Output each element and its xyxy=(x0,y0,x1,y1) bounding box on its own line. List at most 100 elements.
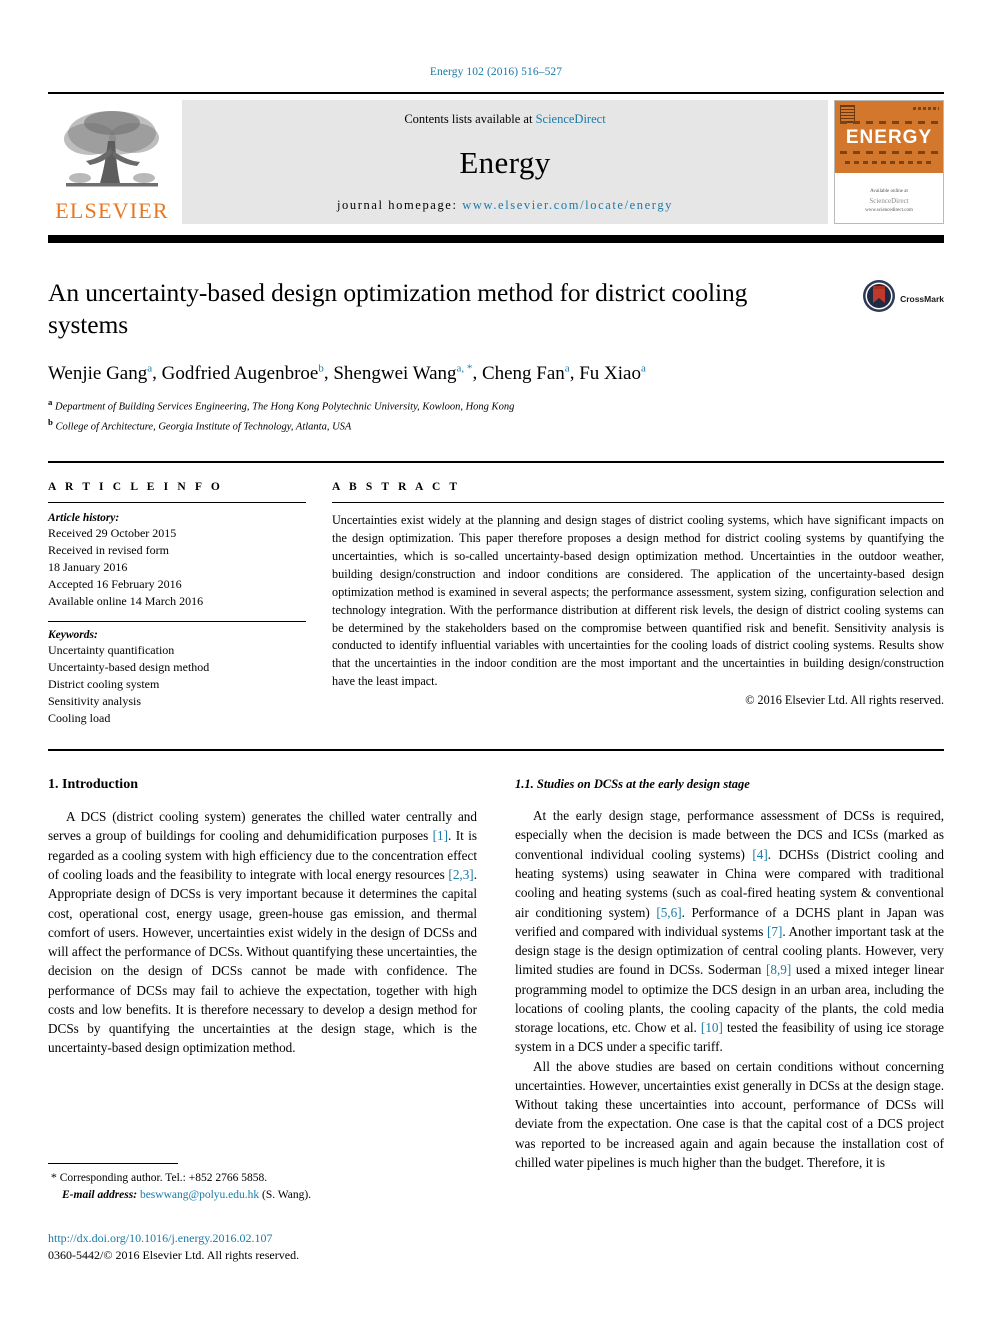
abstract-copyright: © 2016 Elsevier Ltd. All rights reserved… xyxy=(745,693,944,708)
journal-homepage-line: journal homepage: www.elsevier.com/locat… xyxy=(337,198,673,213)
affiliation-a: a Department of Building Services Engine… xyxy=(48,396,944,415)
author-3: Cheng Fana xyxy=(481,362,570,384)
cover-header-band: ENERGY xyxy=(835,101,943,173)
email-address-label: E-mail address: xyxy=(62,1188,138,1201)
crossmark-icon xyxy=(862,279,896,318)
body-right-column: 1.1. Studies on DCSs at the early design… xyxy=(515,777,944,1172)
corresponding-author-footnote: * Corresponding author. Tel.: +852 2766 … xyxy=(48,1163,478,1203)
footnote-rule xyxy=(48,1163,178,1164)
journal-cover-thumbnail: ENERGY Available online at ScienceDirect… xyxy=(834,100,944,224)
footnote-corresponding-text: Corresponding author. Tel.: +852 2766 58… xyxy=(59,1172,268,1184)
history-line-0: Received 29 October 2015 xyxy=(48,525,177,540)
homepage-prefix: journal homepage: xyxy=(336,198,463,212)
abstract-heading: A B S T R A C T xyxy=(332,480,461,493)
journal-band: Contents lists available at ScienceDirec… xyxy=(182,100,828,224)
citation-7[interactable]: [7] xyxy=(767,924,782,939)
keyword-3: Sensitivity analysis xyxy=(48,694,141,709)
journal-masthead: ELSEVIER Contents lists available at Sci… xyxy=(48,92,944,228)
author-marks: a xyxy=(564,362,570,375)
citation-8-9[interactable]: [8,9] xyxy=(766,962,791,977)
masthead-black-bar xyxy=(48,235,944,243)
history-line-1: Received in revised form xyxy=(48,542,169,557)
author-4: Fu Xiaoa xyxy=(579,362,646,384)
abstract-text: Uncertainties exist widely at the planni… xyxy=(332,512,944,689)
crossmark-badge[interactable]: CrossMark xyxy=(862,279,944,318)
page-title: An uncertainty-based design optimization… xyxy=(48,278,748,340)
journal-title: Energy xyxy=(459,145,551,180)
citation-5-6[interactable]: [5,6] xyxy=(656,905,681,920)
elsevier-logo: ELSEVIER xyxy=(48,100,176,224)
keywords-rule xyxy=(48,621,306,623)
affiliation-list: a Department of Building Services Engine… xyxy=(48,396,944,435)
author-marks: a xyxy=(640,362,646,375)
keyword-2: District cooling system xyxy=(48,677,160,692)
keyword-1: Uncertainty-based design method xyxy=(48,660,210,675)
author-name: Fu Xiao xyxy=(579,362,641,384)
subsection-heading-1-1: 1.1. Studies on DCSs at the early design… xyxy=(515,777,750,792)
footnote-email-line: E-mail address: beswwang@polyu.edu.hk (S… xyxy=(48,1187,478,1204)
paragraph-1-1-2: All the above studies are based on certa… xyxy=(515,1058,944,1170)
citation-4[interactable]: [4] xyxy=(752,847,767,862)
history-line-3: Accepted 16 February 2016 xyxy=(48,576,182,591)
abstract-rule xyxy=(332,501,944,503)
affiliation-b: b College of Architecture, Georgia Insti… xyxy=(48,416,944,435)
citation-1[interactable]: [1] xyxy=(433,828,448,843)
cover-white-body: Available online at ScienceDirect www.sc… xyxy=(835,173,943,223)
author-marks: a xyxy=(147,362,153,375)
footer-doi-block: http://dx.doi.org/10.1016/j.energy.2016.… xyxy=(48,1230,478,1265)
paper-page: Energy 102 (2016) 516–527 ELSEVIER Conte… xyxy=(0,0,992,1323)
author-name: Cheng Fan xyxy=(481,362,565,384)
paragraph-intro-1: A DCS (district cooling system) generate… xyxy=(48,807,477,1057)
citation-2-3[interactable]: [2,3] xyxy=(448,867,473,882)
author-1: Godfried Augenbroeb xyxy=(161,362,324,384)
elsevier-wordmark: ELSEVIER xyxy=(55,198,169,223)
email-owner: (S. Wang). xyxy=(262,1188,312,1201)
issn-copyright-line: 0360-5442/© 2016 Elsevier Ltd. All right… xyxy=(48,1248,300,1263)
cover-footer: Available online at ScienceDirect www.sc… xyxy=(835,188,943,215)
running-head: Energy 102 (2016) 516–527 xyxy=(429,66,563,78)
section-heading-introduction: 1. Introduction xyxy=(48,777,138,793)
keyword-0: Uncertainty quantification xyxy=(48,643,175,658)
cover-text-line-1 xyxy=(840,121,938,124)
crossmark-label: CrossMark xyxy=(900,293,944,304)
cover-journal-title: ENERGY xyxy=(845,127,933,148)
cover-subtitle-line xyxy=(845,161,933,164)
author-2: Shengwei Wanga, * xyxy=(333,362,472,384)
journal-homepage-link[interactable]: www.elsevier.com/locate/energy xyxy=(462,198,673,212)
author-list: Wenjie Ganga, Godfried Augenbroeb, Sheng… xyxy=(48,362,646,384)
cover-footer-line-1: Available online at xyxy=(870,188,908,194)
para-text-c: . Appropriate design of DCSs is very imp… xyxy=(48,866,477,1056)
history-line-4: Available online 14 March 2016 xyxy=(48,594,204,608)
author-name: Wenjie Gang xyxy=(48,362,148,384)
keyword-4: Cooling load xyxy=(48,711,111,726)
contents-prefix: Contents lists available at xyxy=(404,112,536,126)
title-block: An uncertainty-based design optimization… xyxy=(48,277,944,435)
article-info-column: A R T I C L E I N F O Article history: R… xyxy=(48,481,306,727)
author-marks: b xyxy=(318,362,324,375)
elsevier-tree-icon xyxy=(60,107,164,199)
contents-available-line: Contents lists available at ScienceDirec… xyxy=(404,112,605,127)
para-text-a: A DCS (district cooling system) generate… xyxy=(48,809,477,844)
email-link[interactable]: beswwang@polyu.edu.hk xyxy=(140,1189,259,1201)
sciencedirect-link[interactable]: ScienceDirect xyxy=(536,112,606,126)
article-info-heading: A R T I C L E I N F O xyxy=(48,480,223,493)
citation-10[interactable]: [10] xyxy=(701,1020,723,1035)
affiliation-text: College of Architecture, Georgia Institu… xyxy=(55,421,352,433)
body-left-column: 1. Introduction A DCS (district cooling … xyxy=(48,777,477,1172)
body-separator-rule xyxy=(48,749,944,752)
footnote-star: * xyxy=(50,1170,57,1184)
article-info-rule xyxy=(48,501,306,503)
cover-text-line-2 xyxy=(840,151,938,154)
footnote-corresponding-line: * Corresponding author. Tel.: +852 2766 … xyxy=(48,1169,478,1187)
history-line-2: 18 January 2016 xyxy=(48,559,128,574)
doi-link[interactable]: http://dx.doi.org/10.1016/j.energy.2016.… xyxy=(48,1230,478,1247)
body-columns: 1. Introduction A DCS (district cooling … xyxy=(48,777,944,1172)
affiliation-mark: a xyxy=(48,397,53,408)
paragraph-1-1-1: At the early design stage, performance a… xyxy=(515,806,944,1056)
cover-topright-text-lines xyxy=(913,107,939,110)
cover-footer-line-2: ScienceDirect xyxy=(869,196,909,205)
author-name: Shengwei Wang xyxy=(333,362,457,384)
author-name: Godfried Augenbroe xyxy=(161,362,319,384)
keywords-title: Keywords: xyxy=(48,629,98,642)
abstract-column: A B S T R A C T Uncertainties exist wide… xyxy=(332,481,944,727)
